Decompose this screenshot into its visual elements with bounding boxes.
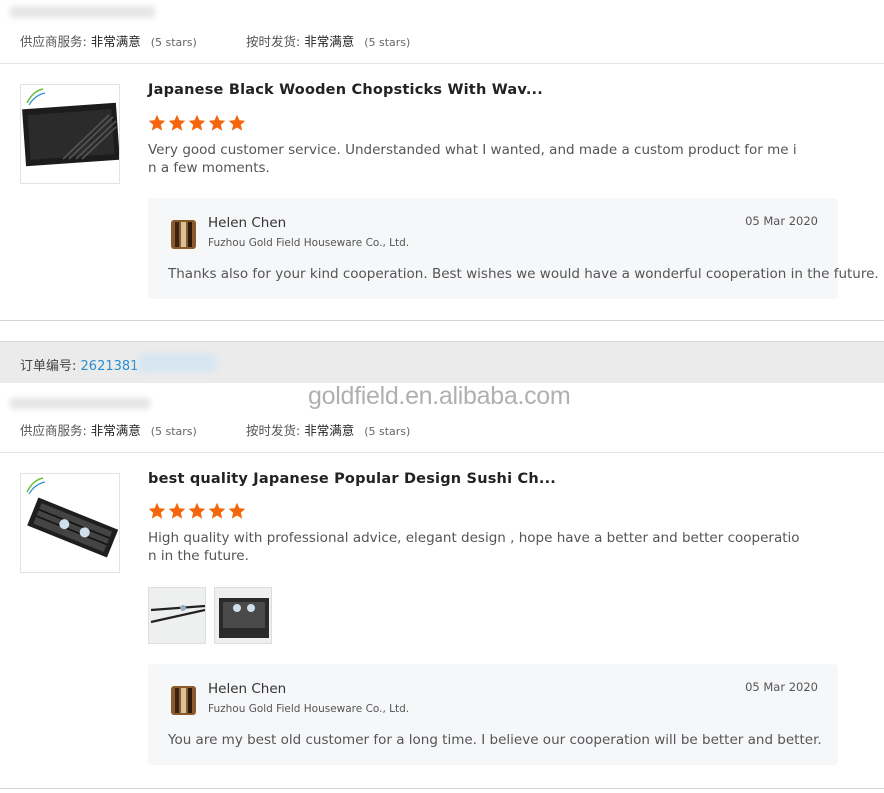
divider [0, 320, 884, 321]
ontime-label: 按时发货: [246, 423, 301, 438]
brand-logo-icon [26, 88, 46, 106]
blurred-text [10, 398, 150, 409]
star-icon [188, 502, 206, 519]
star-rating [148, 114, 246, 132]
ontime-value: 非常满意 [304, 34, 355, 49]
reply-text: You are my best old customer for a long … [168, 732, 822, 748]
order-header: 订单编号: 2621381 [0, 341, 884, 383]
supplier-service-label: 供应商服务: [20, 423, 87, 438]
ontime-group: 按时发货: 非常满意 (5 stars) [246, 31, 410, 50]
product-title[interactable]: Japanese Black Wooden Chopsticks With Wa… [148, 82, 543, 98]
seller-reply: Helen Chen Fuzhou Gold Field Houseware C… [148, 198, 879, 299]
reply-author-name: Helen Chen [208, 681, 287, 697]
order-number[interactable]: 2621381 [81, 359, 139, 374]
blurred-order-digits [138, 354, 216, 372]
blurred-text [10, 6, 155, 18]
divider [0, 452, 884, 453]
reply-date: 05 Mar 2020 [745, 680, 818, 694]
supplier-service-value: 非常满意 [90, 34, 141, 49]
divider [0, 63, 884, 64]
supplier-service-stars: (5 stars) [150, 36, 197, 49]
star-icon [148, 114, 166, 131]
watermark: goldfield.en.alibaba.com [308, 382, 571, 410]
star-icon [168, 114, 186, 131]
order-number-row: 订单编号: 2621381 [20, 355, 138, 374]
star-rating [148, 502, 246, 520]
star-icon [228, 114, 246, 131]
reply-text: Thanks also for your kind cooperation. B… [168, 266, 879, 282]
supplier-service-value: 非常满意 [90, 423, 141, 438]
ontime-stars: (5 stars) [364, 36, 411, 49]
reply-date: 05 Mar 2020 [745, 214, 818, 228]
ontime-value: 非常满意 [304, 423, 355, 438]
seller-reply: Helen Chen Fuzhou Gold Field Houseware C… [148, 664, 838, 765]
avatar [171, 686, 196, 715]
reply-company[interactable]: Fuzhou Gold Field Houseware Co., Ltd. [208, 703, 409, 715]
brand-logo-icon [26, 477, 46, 495]
star-icon [208, 114, 226, 131]
reply-company[interactable]: Fuzhou Gold Field Houseware Co., Ltd. [208, 237, 409, 249]
review-photo[interactable] [214, 587, 272, 644]
review-photo[interactable] [148, 587, 206, 644]
rating-line: 供应商服务: 非常满意 (5 stars) 按时发货: 非常满意 (5 star… [20, 420, 410, 439]
star-icon [188, 114, 206, 131]
star-icon [168, 502, 186, 519]
product-thumbnail[interactable] [20, 473, 120, 573]
rating-line: 供应商服务: 非常满意 (5 stars) 按时发货: 非常满意 (5 star… [20, 31, 410, 50]
order-number-label: 订单编号: [20, 359, 77, 374]
product-title[interactable]: best quality Japanese Popular Design Sus… [148, 471, 556, 487]
star-icon [208, 502, 226, 519]
star-icon [228, 502, 246, 519]
ontime-label: 按时发货: [246, 34, 301, 49]
supplier-service-stars: (5 stars) [150, 425, 197, 438]
review-text: Very good customer service. Understanded… [148, 142, 797, 176]
ontime-stars: (5 stars) [364, 425, 411, 438]
supplier-service-label: 供应商服务: [20, 34, 87, 49]
divider [0, 788, 884, 789]
reply-author-name: Helen Chen [208, 215, 287, 231]
product-thumbnail[interactable] [20, 84, 120, 184]
ontime-group: 按时发货: 非常满意 (5 stars) [246, 420, 410, 439]
star-icon [148, 502, 166, 519]
avatar [171, 220, 196, 249]
review-text: High quality with professional advice, e… [148, 530, 800, 564]
